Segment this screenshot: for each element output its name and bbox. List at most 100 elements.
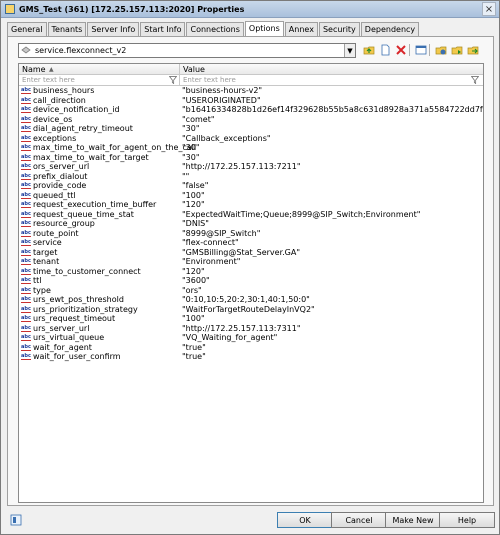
option-value[interactable]: "VQ_Waiting_for_agent" [180,333,483,343]
table-row[interactable]: abc target "GMSBilling@Stat_Server.GA" [19,248,483,258]
table-row[interactable]: abc urs_virtual_queue "VQ_Waiting_for_agen… [19,333,483,343]
option-value[interactable]: "true" [180,352,483,362]
option-name-cell[interactable]: abc request_execution_time_buffer [19,200,179,210]
tab-annex[interactable]: Annex [284,22,318,36]
close-button[interactable]: × [482,2,496,16]
delete-icon[interactable] [394,43,407,56]
help-button[interactable]: Help [439,512,495,528]
name-filter-input[interactable]: Enter text here [19,75,180,86]
option-name-cell[interactable]: abc business_hours [19,86,179,96]
table-row[interactable]: abc queued_ttl "100" [19,191,483,201]
option-name-cell[interactable]: abc request_queue_time_stat [19,210,179,220]
table-row[interactable]: abc route_point "8999@SIP_Switch" [19,229,483,239]
table-row[interactable]: abc urs_prioritization_strategy "WaitForTa… [19,305,483,315]
option-value[interactable]: "120" [180,267,483,277]
table-row[interactable]: abc wait_for_user_confirm "true" [19,352,483,362]
option-value[interactable]: "Environment" [180,257,483,267]
table-row[interactable]: abc urs_server_url "http://172.25.157.113:… [19,324,483,334]
paste-icon[interactable] [450,43,463,56]
option-value[interactable]: "WaitForTargetRouteDelayInVQ2" [180,305,483,315]
table-row[interactable]: abc urs_ewt_pos_threshold "0:10,10:5,20:2,… [19,295,483,305]
option-name-cell[interactable]: abc type [19,286,179,296]
option-name-cell[interactable]: abc resource_group [19,219,179,229]
option-name-cell[interactable]: abc wait_for_agent [19,343,179,353]
edit-icon[interactable] [414,43,427,56]
tab-security[interactable]: Security [318,22,360,36]
table-row[interactable]: abc device_notification_id "b16416334828b1… [19,105,483,115]
option-name-cell[interactable]: abc urs_prioritization_strategy [19,305,179,315]
option-name-cell[interactable]: abc service [19,238,179,248]
value-filter-input[interactable]: Enter text here [180,75,483,86]
tab-start-info[interactable]: Start Info [140,22,186,36]
cancel-button[interactable]: Cancel [331,512,387,528]
import-icon[interactable] [466,43,479,56]
option-name-cell[interactable]: abc time_to_customer_connect [19,267,179,277]
option-name-cell[interactable]: abc max_time_to_wait_for_agent_on_the_cal… [19,143,196,153]
option-name-cell[interactable]: abc prefix_dialout [19,172,179,182]
table-row[interactable]: abc call_direction "USERORIGINATED" [19,96,483,106]
option-name-cell[interactable]: abc urs_virtual_queue [19,333,179,343]
option-value[interactable]: "business-hours-v2" [180,86,483,96]
option-name-cell[interactable]: abc ors_server_url [19,162,179,172]
option-value[interactable]: "ExpectedWaitTime;Queue;8999@SIP_Switch;… [180,210,483,220]
option-name-cell[interactable]: abc urs_server_url [19,324,179,334]
table-row[interactable]: abc wait_for_agent "true" [19,343,483,353]
column-header-value[interactable]: Value [180,64,483,75]
new-item-icon[interactable] [378,43,391,56]
table-row[interactable]: abc tenant "Environment" [19,257,483,267]
tab-dependency[interactable]: Dependency [360,22,420,36]
option-value[interactable]: "GMSBilling@Stat_Server.GA" [180,248,483,258]
table-row[interactable]: abc resource_group "DNIS" [19,219,483,229]
table-row[interactable]: abc time_to_customer_connect "120" [19,267,483,277]
column-header-name[interactable]: Name ▲ [19,64,180,75]
option-name-cell[interactable]: abc device_notification_id [19,105,179,115]
option-name-cell[interactable]: abc wait_for_user_confirm [19,352,179,362]
option-value[interactable]: "100" [180,191,483,201]
section-selector[interactable]: service.flexconnect_v2 ▼ [18,43,356,58]
table-row[interactable]: abc ttl "3600" [19,276,483,286]
table-row[interactable]: abc max_time_to_wait_for_agent_on_the_cal… [19,143,483,153]
option-value[interactable]: "ors" [180,286,483,296]
option-value[interactable]: "b16416334828b1d26ef14f329628b55b5a8c631… [180,105,483,115]
table-row[interactable]: abc device_os "comet" [19,115,483,125]
table-row[interactable]: abc type "ors" [19,286,483,296]
option-value[interactable]: "100" [180,314,483,324]
option-value[interactable]: "0:10,10:5,20:2,30:1,40:1,50:0" [180,295,483,305]
option-name-cell[interactable]: abc dial_agent_retry_timeout [19,124,179,134]
option-value[interactable]: "http://172.25.157.113:7211" [180,162,483,172]
option-value[interactable]: "8999@SIP_Switch" [180,229,483,239]
option-value[interactable]: "Callback_exceptions" [180,134,483,144]
table-row[interactable]: abc request_execution_time_buffer "120" [19,200,483,210]
option-name-cell[interactable]: abc route_point [19,229,179,239]
table-row[interactable]: abc urs_request_timeout "100" [19,314,483,324]
option-value[interactable]: "USERORIGINATED" [180,96,483,106]
filter-icon[interactable] [169,76,177,84]
option-value[interactable]: "120" [180,200,483,210]
option-name-cell[interactable]: abc max_time_to_wait_for_target [19,153,179,163]
option-value[interactable]: "3600" [180,276,483,286]
option-name-cell[interactable]: abc urs_ewt_pos_threshold [19,295,179,305]
option-name-cell[interactable]: abc queued_ttl [19,191,179,201]
ok-button[interactable]: OK [277,512,333,528]
table-row[interactable]: abc provide_code "false" [19,181,483,191]
tab-server-info[interactable]: Server Info [87,22,140,36]
option-value[interactable]: "true" [180,343,483,353]
copy-icon[interactable] [434,43,447,56]
tab-connections[interactable]: Connections [186,22,244,36]
option-name-cell[interactable]: abc tenant [19,257,179,267]
tab-options[interactable]: Options [244,21,284,36]
option-name-cell[interactable]: abc ttl [19,276,179,286]
up-folder-icon[interactable] [362,43,375,56]
option-value[interactable]: "false" [180,181,483,191]
option-name-cell[interactable]: abc target [19,248,179,258]
option-value[interactable]: "http://172.25.157.113:7311" [180,324,483,334]
option-value[interactable]: "comet" [180,115,483,125]
table-row[interactable]: abc dial_agent_retry_timeout "30" [19,124,483,134]
option-value[interactable]: "" [180,172,483,182]
option-name-cell[interactable]: abc device_os [19,115,179,125]
table-row[interactable]: abc exceptions "Callback_exceptions" [19,134,483,144]
table-row[interactable]: abc ors_server_url "http://172.25.157.113:… [19,162,483,172]
table-row[interactable]: abc request_queue_time_stat "ExpectedWaitT… [19,210,483,220]
option-value[interactable]: "DNIS" [180,219,483,229]
table-row[interactable]: abc max_time_to_wait_for_target "30" [19,153,483,163]
